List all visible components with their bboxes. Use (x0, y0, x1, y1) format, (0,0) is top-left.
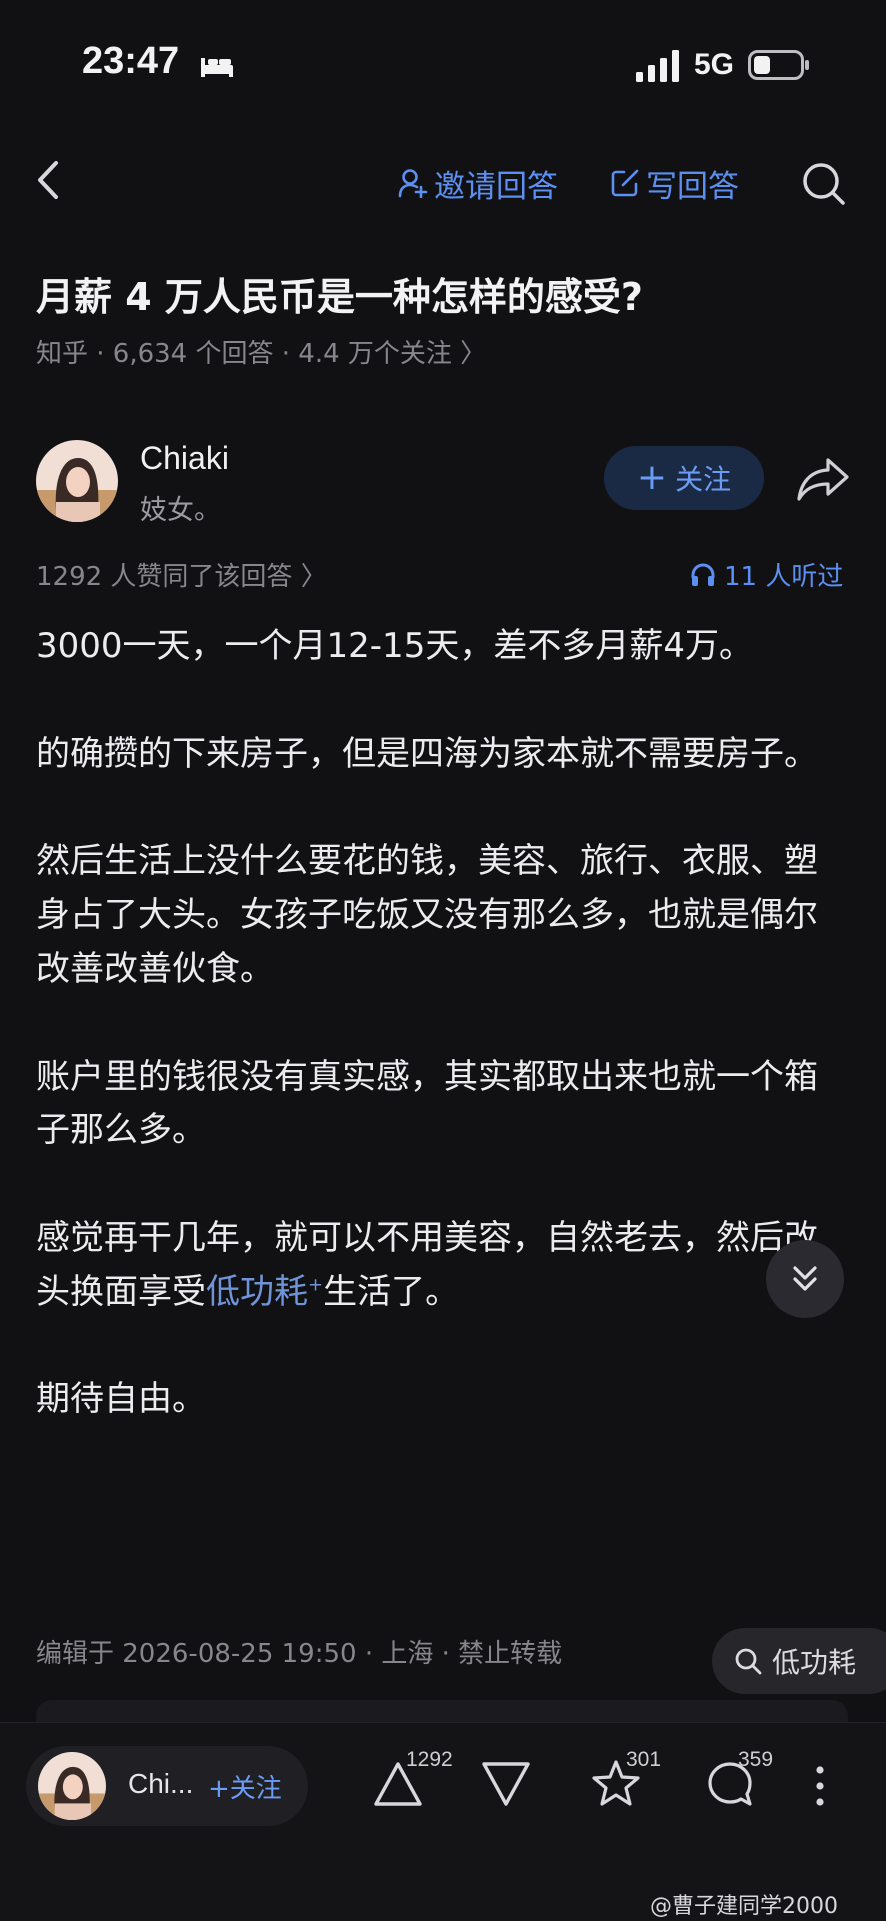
zhihu-answer-page: { "status_bar": { "time": "23:47", "netw… (0, 0, 886, 1921)
cellular-signal-icon (636, 50, 679, 82)
author-bio: 妓女。 (140, 495, 221, 526)
write-answer-label: 写回答 (646, 168, 739, 205)
plus-icon: + (636, 457, 668, 498)
author-name[interactable]: Chiaki (140, 440, 229, 477)
search-icon (735, 1648, 762, 1675)
question-meta[interactable]: 知乎 · 6,634 个回答 · 4.4 万个关注 〉 (36, 333, 486, 370)
question-title[interactable]: 月薪 4 万人民币是一种怎样的感受? (36, 266, 643, 321)
follow-label: 关注 (675, 463, 732, 496)
weibo-watermark: @曹子建同学2000 (650, 1894, 838, 1919)
back-arrow-icon[interactable] (36, 160, 60, 200)
bottom-author-avatar[interactable] (38, 1752, 106, 1820)
more-options-icon[interactable] (806, 1762, 834, 1810)
write-answer-button[interactable]: 写回答 (610, 162, 739, 205)
downvote-icon[interactable] (478, 1756, 534, 1812)
edit-info: 编辑于 2026-08-25 19:50 · 上海 · 禁止转载 (36, 1639, 563, 1669)
answer-paragraph: 然后生活上没什么要花的钱，美容、旅行、衣服、塑身占了大头。女孩子吃饭又没有那么多… (36, 841, 818, 989)
network-type: 5G (694, 48, 735, 81)
share-icon[interactable] (796, 456, 850, 502)
double-chevron-down-icon (793, 1266, 817, 1291)
search-icon[interactable] (800, 160, 846, 206)
bottom-follow-button[interactable]: +关注 (208, 1768, 282, 1805)
keyword-plus-icon: + (308, 1274, 324, 1296)
scroll-next-button[interactable] (766, 1240, 844, 1318)
keyword-text: 低功耗 (206, 1271, 308, 1312)
answer-text: 生活了。 (323, 1271, 460, 1312)
battery-icon (748, 50, 809, 80)
answer-paragraph: 期待自由。 (36, 1379, 206, 1420)
upvote-count: 1292 (406, 1748, 453, 1771)
answer-body: 3000一天，一个月12-15天，差不多月薪4万。 的确攒的下来房子，但是四海为… (36, 620, 846, 1481)
keyword-chip-label: 低功耗 (772, 1646, 857, 1679)
answer-paragraph: 账户里的钱很没有真实感，其实都取出来也就一个箱子那么多。 (36, 1056, 818, 1151)
listen-label: 11 人听过 (724, 562, 844, 592)
answer-paragraph: 的确攒的下来房子，但是四海为家本就不需要房子。 (36, 733, 818, 774)
invite-answer-button[interactable]: 邀请回答 (398, 162, 558, 205)
edit-icon (611, 169, 639, 197)
follow-button[interactable]: + 关注 (604, 446, 764, 510)
answer-paragraph: 感觉再干几年，就可以不用美容，自然老去，然后改头换面享受低功耗+生活了。 (36, 1212, 846, 1319)
listen-count[interactable]: 11 人听过 (690, 556, 843, 593)
bottom-author-name[interactable]: Chi... (128, 1768, 193, 1800)
invite-answer-label: 邀请回答 (434, 168, 558, 205)
favorite-count: 301 (626, 1748, 662, 1771)
headphones-icon (691, 563, 715, 586)
agree-count[interactable]: 1292 人赞同了该回答 〉 (36, 556, 327, 593)
keyword-search-chip[interactable]: 低功耗 (712, 1628, 886, 1694)
invite-user-icon (398, 169, 428, 198)
keyword-link[interactable]: 低功耗+ (206, 1272, 323, 1312)
comment-count: 359 (738, 1748, 774, 1771)
sleep-mode-icon (201, 58, 233, 77)
author-avatar[interactable] (36, 440, 118, 522)
answer-paragraph: 3000一天，一个月12-15天，差不多月薪4万。 (36, 626, 753, 666)
status-time: 23:47 (82, 40, 180, 82)
